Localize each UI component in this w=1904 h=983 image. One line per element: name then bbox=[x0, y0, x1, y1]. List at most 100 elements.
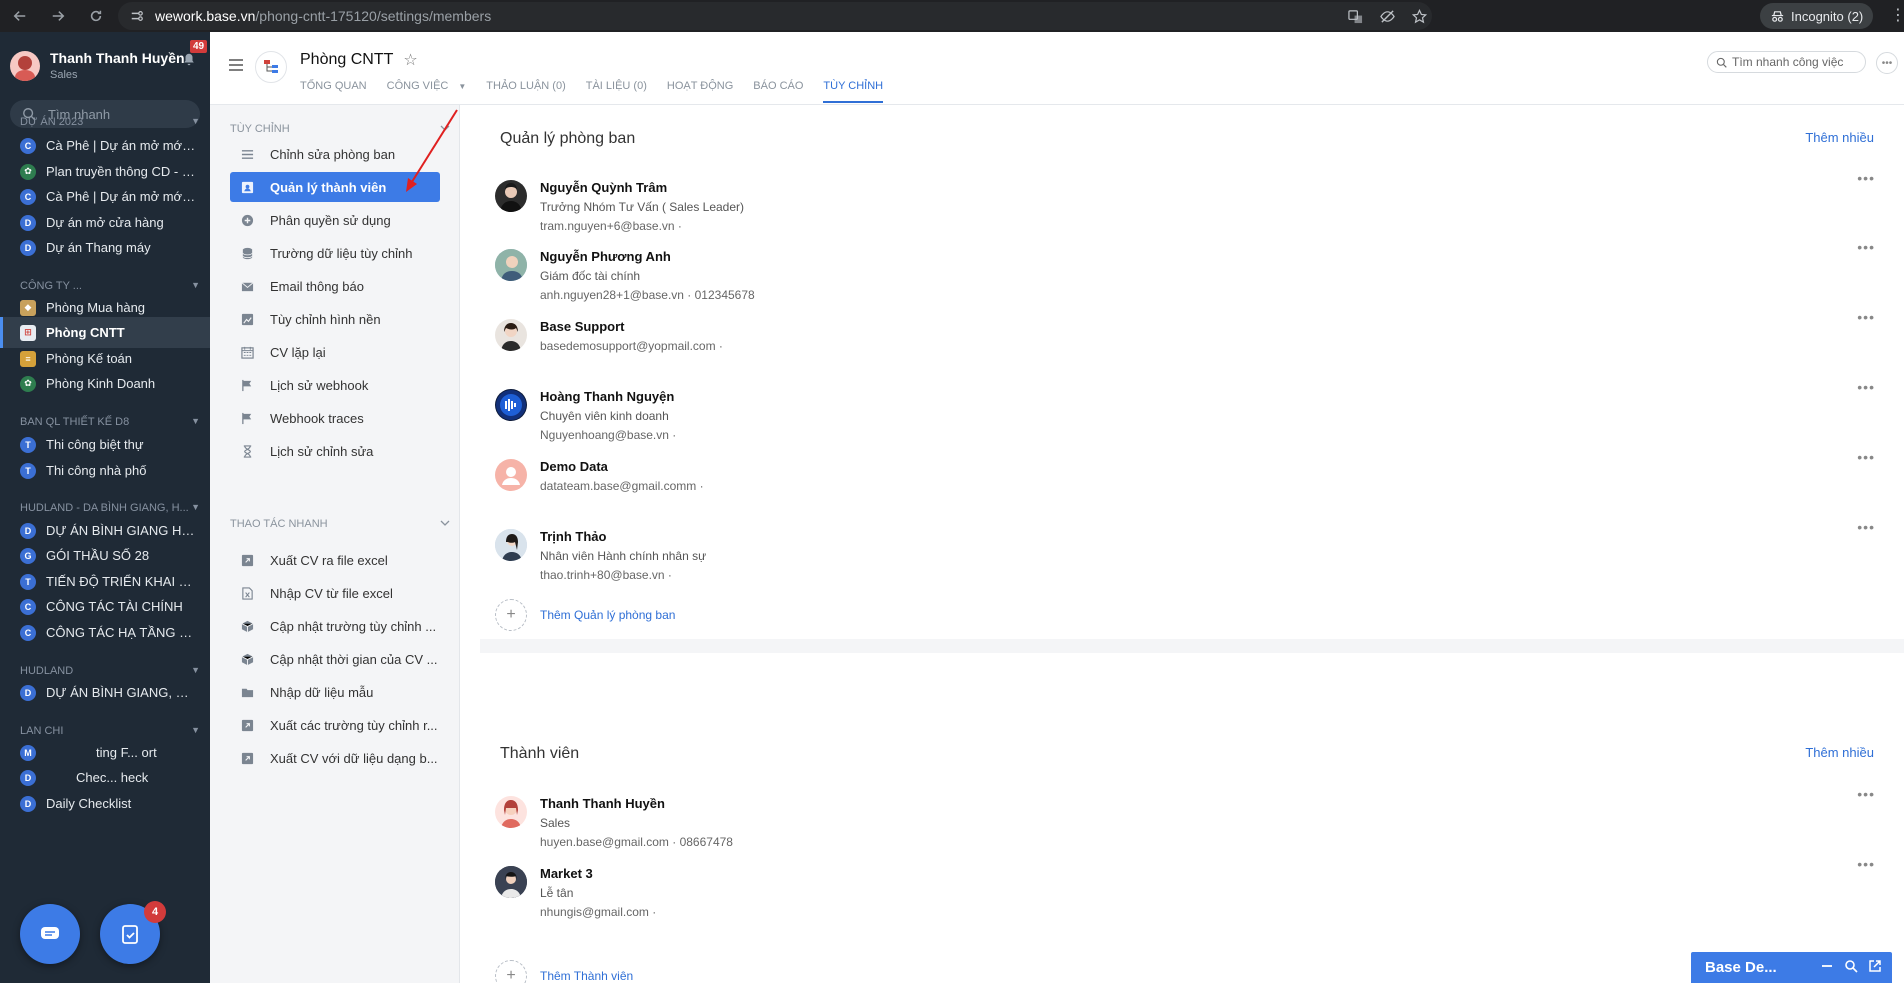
project-tabs: TỔNG QUAN CÔNG VIỆC ▼ THẢO LUẬN (0) TÀI L… bbox=[300, 80, 903, 103]
minimized-chat-window[interactable]: Base De... bbox=[1691, 952, 1892, 983]
hourglass-icon bbox=[240, 444, 254, 458]
member-icon bbox=[240, 180, 254, 194]
member-more-icon[interactable]: ••• bbox=[1857, 309, 1875, 325]
settings-item-background[interactable]: Tùy chỉnh hình nền bbox=[230, 304, 440, 334]
tab-activity[interactable]: HOẠT ĐỘNG bbox=[667, 80, 733, 103]
user-profile[interactable]: Thanh Thanh Huyền Sales bbox=[10, 50, 185, 81]
quick-action-update-task-time[interactable]: Cập nhật thời gian của CV ... bbox=[230, 644, 440, 674]
translate-icon[interactable] bbox=[1346, 7, 1364, 25]
project-c-icon: C bbox=[20, 624, 36, 641]
address-bar[interactable]: wework.base.vn/phong-cntt-175120/setting… bbox=[118, 2, 1432, 30]
site-info-icon[interactable] bbox=[130, 8, 146, 24]
member-more-icon[interactable]: ••• bbox=[1857, 856, 1875, 872]
task-search-input[interactable]: Tìm nhanh công việc bbox=[1707, 51, 1866, 73]
project-t-icon: T bbox=[20, 573, 36, 590]
tab-overview[interactable]: TỔNG QUAN bbox=[300, 80, 367, 103]
org-chart-icon: ⊞ bbox=[20, 324, 36, 341]
quick-action-export-excel[interactable]: Xuất CV ra file excel bbox=[230, 545, 440, 575]
reload-icon[interactable] bbox=[86, 6, 106, 26]
add-many-managers-link[interactable]: Thêm nhiều bbox=[1805, 130, 1874, 145]
quick-action-export-custom-fields[interactable]: Xuất các trường tùy chỉnh r... bbox=[230, 710, 440, 740]
settings-item-email[interactable]: Email thông báo bbox=[230, 271, 440, 301]
tab-discussion[interactable]: THẢO LUẬN (0) bbox=[486, 80, 565, 103]
minimize-icon[interactable] bbox=[1820, 959, 1834, 973]
browser-menu-icon[interactable]: ⋮ bbox=[1890, 8, 1904, 24]
bookmark-star-icon[interactable] bbox=[1410, 7, 1428, 25]
settings-item-webhook-traces[interactable]: Webhook traces bbox=[230, 403, 440, 433]
settings-group-title[interactable]: THAO TÁC NHANH bbox=[230, 518, 450, 530]
quick-action-update-custom-fields[interactable]: Cập nhật trường tùy chỉnh ... bbox=[230, 611, 440, 641]
quick-action-export-table[interactable]: Xuất CV với dữ liệu dạng b... bbox=[230, 743, 440, 773]
bell-icon[interactable] bbox=[182, 52, 196, 66]
sidebar-group-title[interactable]: HUDLAND ▼ bbox=[20, 665, 200, 677]
app-sidebar: Thanh Thanh Huyền Sales 49 Tìm nhanh DỰ … bbox=[0, 32, 210, 983]
member-name: Demo Data bbox=[540, 459, 608, 474]
member-more-icon[interactable]: ••• bbox=[1857, 170, 1875, 186]
settings-item-recurring[interactable]: CV lặp lại bbox=[230, 337, 440, 367]
member-name: Base Support bbox=[540, 319, 625, 334]
member-name: Nguyễn Phương Anh bbox=[540, 249, 671, 264]
eye-off-icon[interactable] bbox=[1378, 7, 1396, 25]
database-icon bbox=[240, 246, 254, 260]
project-d-icon: D bbox=[20, 769, 36, 786]
settings-item-custom-fields[interactable]: Trường dữ liệu tùy chỉnh bbox=[230, 238, 440, 268]
sidebar-item[interactable]: D Dự án Thang máy bbox=[0, 232, 210, 263]
member-contact: thao.trinh+80@base.vn · bbox=[540, 568, 672, 582]
sidebar-group-title[interactable]: DỰ ÁN 2023 ▼ bbox=[20, 116, 200, 128]
coins-icon: ≡ bbox=[20, 350, 36, 367]
sidebar-group-title[interactable]: LAN CHI ▼ bbox=[20, 725, 200, 737]
settings-item-edit-history[interactable]: Lịch sử chỉnh sửa bbox=[230, 436, 440, 466]
settings-item-webhook-history[interactable]: Lịch sử webhook bbox=[230, 370, 440, 400]
incognito-icon bbox=[1771, 10, 1784, 22]
sidebar-group-title[interactable]: BAN QL THIẾT KẾ D8 ▼ bbox=[20, 416, 200, 428]
more-options-button[interactable]: ••• bbox=[1876, 52, 1898, 74]
tab-settings[interactable]: TÙY CHỈNH bbox=[823, 80, 884, 103]
excel-icon bbox=[240, 586, 254, 600]
chat-fab-button[interactable] bbox=[20, 904, 80, 964]
avatar bbox=[495, 249, 527, 281]
member-title: Trưởng Nhóm Tư Vấn ( Sales Leader) bbox=[540, 200, 745, 214]
back-icon[interactable] bbox=[10, 6, 30, 26]
sidebar-group-title[interactable]: CÔNG TY ... ▼ bbox=[20, 280, 200, 292]
sidebar-item[interactable]: D DỰ ÁN BÌNH GIANG, HẢI ... bbox=[0, 677, 210, 708]
members-section-title: Thành viên bbox=[500, 745, 580, 762]
sidebar-item[interactable]: ✿ Phòng Kinh Doanh bbox=[0, 368, 210, 399]
sidebar-item[interactable]: D Daily Checklist bbox=[0, 788, 210, 819]
plant-icon: ✿ bbox=[20, 375, 36, 392]
forward-icon[interactable] bbox=[48, 6, 68, 26]
sidebar-group-title[interactable]: HUDLAND - DA BÌNH GIANG, H... ▼ bbox=[20, 502, 200, 514]
member-more-icon[interactable]: ••• bbox=[1857, 786, 1875, 802]
member-title: Sales bbox=[540, 816, 571, 830]
member-more-icon[interactable]: ••• bbox=[1857, 519, 1875, 535]
search-icon[interactable] bbox=[1844, 959, 1858, 973]
quick-action-import-sample[interactable]: Nhập dữ liệu mẫu bbox=[230, 677, 440, 707]
user-role: Sales bbox=[50, 69, 78, 81]
member-title: Lễ tân bbox=[540, 886, 574, 900]
permission-icon bbox=[240, 213, 254, 227]
member-name: Market 3 bbox=[540, 866, 593, 881]
clipboard-check-icon bbox=[122, 925, 138, 944]
user-name: Thanh Thanh Huyền bbox=[50, 50, 185, 66]
caret-down-icon: ▼ bbox=[191, 502, 200, 512]
member-more-icon[interactable]: ••• bbox=[1857, 239, 1875, 255]
add-many-members-link[interactable]: Thêm nhiều bbox=[1805, 745, 1874, 760]
quick-action-import-excel[interactable]: Nhập CV từ file excel bbox=[230, 578, 440, 608]
chevron-down-icon bbox=[440, 520, 450, 526]
add-member-button[interactable]: + Thêm Thành viên bbox=[495, 960, 633, 983]
tab-reports[interactable]: BÁO CÁO bbox=[753, 80, 803, 103]
incognito-indicator[interactable]: Incognito (2) bbox=[1760, 3, 1874, 29]
tab-tasks[interactable]: CÔNG VIỆC ▼ bbox=[387, 80, 467, 103]
hamburger-menu-icon[interactable] bbox=[228, 58, 244, 72]
open-external-icon[interactable] bbox=[1868, 959, 1882, 973]
member-more-icon[interactable]: ••• bbox=[1857, 379, 1875, 395]
project-d-icon: D bbox=[20, 795, 36, 812]
add-manager-button[interactable]: + Thêm Quản lý phòng ban bbox=[495, 599, 675, 631]
caret-down-icon: ▼ bbox=[191, 116, 200, 126]
member-more-icon[interactable]: ••• bbox=[1857, 449, 1875, 465]
tab-documents[interactable]: TÀI LIỆU (0) bbox=[586, 80, 647, 103]
sidebar-item[interactable]: C CÔNG TÁC HẠ TẦNG KỸ ... bbox=[0, 617, 210, 648]
settings-item-permissions[interactable]: Phân quyền sử dụng bbox=[230, 205, 440, 235]
star-icon[interactable]: ☆ bbox=[403, 50, 417, 70]
sidebar-item[interactable]: T Thi công nhà phố bbox=[0, 455, 210, 486]
project-c-icon: C bbox=[20, 137, 36, 154]
